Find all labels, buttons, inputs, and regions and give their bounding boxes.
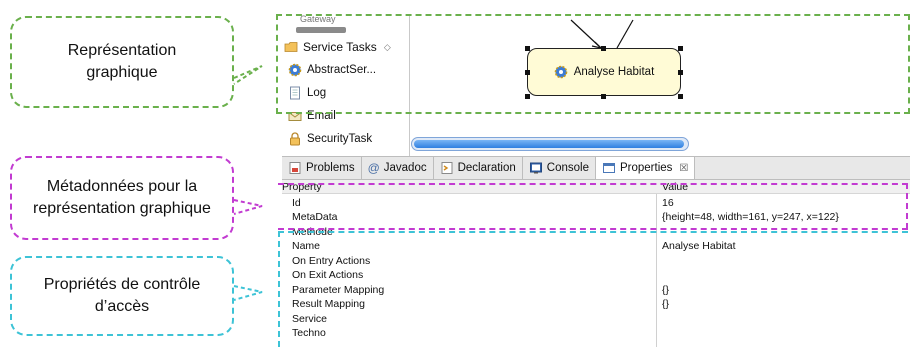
collapse-icon[interactable]: ◇ xyxy=(384,42,391,53)
palette-item-securitytask[interactable]: SecurityTask xyxy=(288,132,372,146)
access-region-top xyxy=(278,231,908,233)
selection-handle[interactable] xyxy=(601,94,606,99)
property-value: {} xyxy=(662,284,670,296)
tab-declaration[interactable]: Declaration xyxy=(434,157,523,179)
horizontal-scrollbar[interactable] xyxy=(411,137,689,151)
property-key: Service xyxy=(292,313,328,325)
callout-text-line: représentation graphique xyxy=(33,200,211,217)
document-icon xyxy=(290,86,300,100)
console-icon xyxy=(529,162,542,174)
property-value: {height=48, width=161, y=247, x=122} xyxy=(662,211,839,223)
diagram-canvas[interactable]: Analyse Habitat xyxy=(411,14,910,156)
gear-icon xyxy=(288,63,302,77)
palette-panel: Gateway Service Tasks ◇ AbstractSer... L… xyxy=(282,14,410,156)
table-row[interactable]: Result Mapping {} xyxy=(282,297,910,311)
tab-label: Properties xyxy=(619,162,673,174)
metadata-region-top xyxy=(278,183,908,185)
property-value: 16 xyxy=(662,197,674,209)
lock-icon xyxy=(290,132,300,146)
tab-label: Problems xyxy=(306,162,355,174)
table-row[interactable]: On Entry Actions xyxy=(282,254,910,268)
palette-item-abstractservice[interactable]: AbstractSer... xyxy=(288,63,376,77)
callout-text-line: Métadonnées pour la xyxy=(46,178,198,195)
at-icon: @ xyxy=(367,161,380,175)
property-key: Techno xyxy=(292,327,326,339)
close-icon[interactable]: ☒ xyxy=(679,163,688,174)
property-value: {} xyxy=(662,298,670,310)
tab-problems[interactable]: Problems xyxy=(282,157,362,179)
property-key: MetaData xyxy=(292,211,338,223)
selection-handle[interactable] xyxy=(601,46,606,51)
callout-text-line: Propriétés de contrôle xyxy=(43,276,201,293)
tab-javadoc[interactable]: @ Javadoc xyxy=(362,157,434,179)
selection-handle[interactable] xyxy=(525,70,530,75)
table-row[interactable]: On Exit Actions xyxy=(282,268,910,282)
palette-item-log[interactable]: Log xyxy=(288,86,326,100)
callout-text-line: Représentation xyxy=(67,42,177,59)
gear-icon xyxy=(554,65,568,79)
property-key: Id xyxy=(292,197,301,209)
scrollbar-thumb[interactable] xyxy=(414,140,684,148)
palette-item-label: Log xyxy=(307,87,327,99)
table-row[interactable]: Service xyxy=(282,312,910,326)
view-tab-bar: Problems @ Javadoc Declaration Console P… xyxy=(282,156,910,180)
tab-label: Javadoc xyxy=(383,162,427,174)
table-row[interactable]: Id 16 xyxy=(282,196,910,210)
property-key: On Entry Actions xyxy=(292,255,371,267)
gateway-bar xyxy=(296,27,346,33)
email-icon xyxy=(288,112,302,121)
callout-text-line: graphique xyxy=(86,64,158,81)
tab-properties[interactable]: Properties ☒ xyxy=(595,157,696,179)
palette-item-label: Email xyxy=(307,110,336,122)
selection-handle[interactable] xyxy=(678,94,683,99)
folder-icon xyxy=(284,42,298,52)
palette-item-label: AbstractSer... xyxy=(307,64,377,76)
callout-access-control: Propriétés de contrôle d’accès xyxy=(10,256,234,336)
task-node-analyse-habitat[interactable]: Analyse Habitat xyxy=(527,48,681,96)
selection-handle[interactable] xyxy=(525,94,530,99)
callout-metadata: Métadonnées pour la représentation graph… xyxy=(10,156,234,240)
properties-table: Property Value Id 16 MetaData {height=48… xyxy=(282,180,910,347)
table-row[interactable]: MetaData {height=48, width=161, y=247, x… xyxy=(282,210,910,224)
property-key: On Exit Actions xyxy=(292,269,364,281)
selection-handle[interactable] xyxy=(678,70,683,75)
magenta-pointer xyxy=(233,199,263,215)
metadata-region-bottom xyxy=(278,228,908,230)
property-key: Name xyxy=(292,240,321,252)
task-node-label: Analyse Habitat xyxy=(573,66,655,78)
table-row[interactable]: Name Analyse Habitat xyxy=(282,239,910,253)
property-value: Analyse Habitat xyxy=(662,240,736,252)
palette-item-gateway[interactable]: Gateway xyxy=(300,14,336,24)
palette-item-email[interactable]: Email xyxy=(288,109,336,123)
callout-text-line: d’accès xyxy=(94,298,150,315)
table-row[interactable]: Techno xyxy=(282,326,910,340)
selection-handle[interactable] xyxy=(678,46,683,51)
table-row[interactable]: Parameter Mapping {} xyxy=(282,283,910,297)
declaration-icon xyxy=(441,162,453,174)
green-pointer xyxy=(233,65,263,85)
problems-icon xyxy=(289,162,301,174)
metadata-region-right xyxy=(906,183,908,229)
callout-graphic-representation: Représentation graphique xyxy=(10,16,234,108)
properties-icon xyxy=(602,163,615,173)
property-key: Parameter Mapping xyxy=(292,284,385,296)
tab-label: Console xyxy=(546,162,589,174)
palette-group-label: Service Tasks xyxy=(303,40,377,54)
cyan-pointer xyxy=(233,285,263,301)
palette-item-label: SecurityTask xyxy=(307,133,373,145)
palette-group-service-tasks[interactable]: Service Tasks ◇ xyxy=(284,40,391,54)
tab-console[interactable]: Console xyxy=(523,157,596,179)
tab-label: Declaration xyxy=(457,162,516,174)
access-region-left xyxy=(278,231,280,347)
selection-handle[interactable] xyxy=(525,46,530,51)
property-key: Result Mapping xyxy=(292,298,365,310)
